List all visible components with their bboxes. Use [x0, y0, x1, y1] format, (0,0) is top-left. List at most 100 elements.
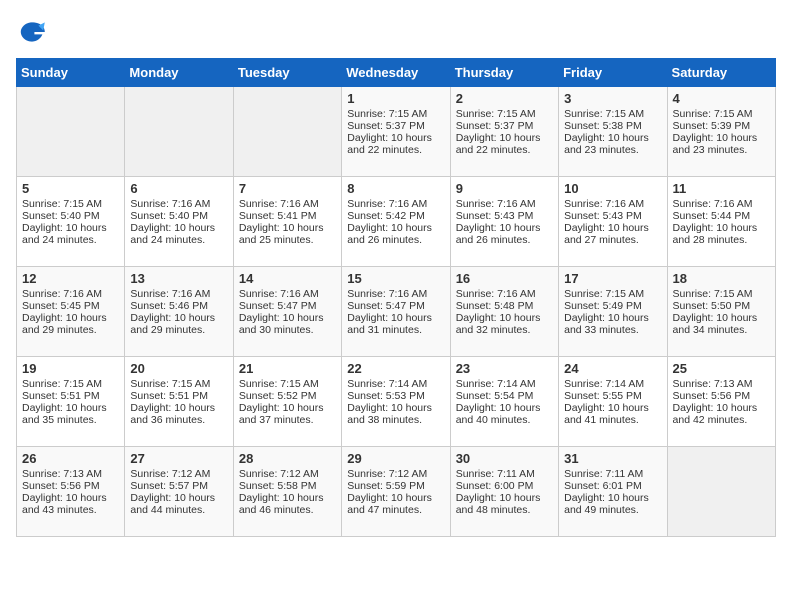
calendar-cell [17, 87, 125, 177]
day-info: Daylight: 10 hours [564, 132, 661, 144]
day-info: Sunset: 6:00 PM [456, 480, 553, 492]
logo [16, 16, 52, 48]
day-info: and 23 minutes. [673, 144, 770, 156]
weekday-header-row: SundayMondayTuesdayWednesdayThursdayFrid… [17, 59, 776, 87]
day-info: Sunrise: 7:15 AM [673, 108, 770, 120]
day-info: and 28 minutes. [673, 234, 770, 246]
day-info: Sunrise: 7:15 AM [239, 378, 336, 390]
day-info: and 26 minutes. [347, 234, 444, 246]
day-info: and 41 minutes. [564, 414, 661, 426]
day-number: 23 [456, 361, 553, 376]
day-info: and 29 minutes. [22, 324, 119, 336]
calendar-cell: 8Sunrise: 7:16 AMSunset: 5:42 PMDaylight… [342, 177, 450, 267]
day-info: Daylight: 10 hours [239, 222, 336, 234]
day-info: Daylight: 10 hours [347, 492, 444, 504]
day-info: Sunset: 5:55 PM [564, 390, 661, 402]
day-info: Sunrise: 7:16 AM [347, 288, 444, 300]
day-info: Sunset: 5:40 PM [22, 210, 119, 222]
day-info: and 29 minutes. [130, 324, 227, 336]
day-info: Sunrise: 7:13 AM [22, 468, 119, 480]
calendar-cell: 30Sunrise: 7:11 AMSunset: 6:00 PMDayligh… [450, 447, 558, 537]
day-info: and 35 minutes. [22, 414, 119, 426]
day-number: 14 [239, 271, 336, 286]
day-info: Daylight: 10 hours [564, 402, 661, 414]
calendar-cell: 20Sunrise: 7:15 AMSunset: 5:51 PMDayligh… [125, 357, 233, 447]
day-info: and 38 minutes. [347, 414, 444, 426]
weekday-header: Wednesday [342, 59, 450, 87]
weekday-header: Thursday [450, 59, 558, 87]
calendar-cell: 18Sunrise: 7:15 AMSunset: 5:50 PMDayligh… [667, 267, 775, 357]
day-info: Daylight: 10 hours [130, 402, 227, 414]
day-number: 4 [673, 91, 770, 106]
day-number: 12 [22, 271, 119, 286]
day-info: and 44 minutes. [130, 504, 227, 516]
day-info: Sunset: 5:51 PM [22, 390, 119, 402]
day-info: Sunrise: 7:16 AM [239, 198, 336, 210]
calendar-cell: 5Sunrise: 7:15 AMSunset: 5:40 PMDaylight… [17, 177, 125, 267]
day-info: Sunset: 5:57 PM [130, 480, 227, 492]
logo-icon [16, 16, 48, 48]
calendar-week-row: 26Sunrise: 7:13 AMSunset: 5:56 PMDayligh… [17, 447, 776, 537]
day-info: and 30 minutes. [239, 324, 336, 336]
calendar-cell [125, 87, 233, 177]
day-number: 9 [456, 181, 553, 196]
day-info: and 43 minutes. [22, 504, 119, 516]
weekday-header: Saturday [667, 59, 775, 87]
day-number: 1 [347, 91, 444, 106]
day-info: Daylight: 10 hours [130, 222, 227, 234]
day-info: Sunrise: 7:15 AM [564, 288, 661, 300]
day-info: Sunset: 5:47 PM [239, 300, 336, 312]
calendar-cell: 19Sunrise: 7:15 AMSunset: 5:51 PMDayligh… [17, 357, 125, 447]
day-info: and 22 minutes. [456, 144, 553, 156]
day-number: 22 [347, 361, 444, 376]
day-info: Daylight: 10 hours [130, 492, 227, 504]
calendar-cell: 13Sunrise: 7:16 AMSunset: 5:46 PMDayligh… [125, 267, 233, 357]
day-info: and 36 minutes. [130, 414, 227, 426]
day-info: Sunset: 5:56 PM [673, 390, 770, 402]
calendar-cell: 10Sunrise: 7:16 AMSunset: 5:43 PMDayligh… [559, 177, 667, 267]
day-info: Daylight: 10 hours [347, 402, 444, 414]
day-info: Sunset: 5:37 PM [347, 120, 444, 132]
day-info: and 24 minutes. [130, 234, 227, 246]
day-info: Sunset: 5:53 PM [347, 390, 444, 402]
day-number: 30 [456, 451, 553, 466]
day-info: Daylight: 10 hours [22, 312, 119, 324]
day-info: Sunrise: 7:16 AM [456, 198, 553, 210]
calendar-cell: 26Sunrise: 7:13 AMSunset: 5:56 PMDayligh… [17, 447, 125, 537]
day-info: and 47 minutes. [347, 504, 444, 516]
day-info: and 34 minutes. [673, 324, 770, 336]
calendar-week-row: 12Sunrise: 7:16 AMSunset: 5:45 PMDayligh… [17, 267, 776, 357]
day-info: Daylight: 10 hours [130, 312, 227, 324]
day-number: 2 [456, 91, 553, 106]
calendar-cell [233, 87, 341, 177]
day-info: Sunset: 5:58 PM [239, 480, 336, 492]
day-info: Sunset: 5:44 PM [673, 210, 770, 222]
day-info: Sunrise: 7:16 AM [347, 198, 444, 210]
day-info: Sunrise: 7:16 AM [456, 288, 553, 300]
day-number: 31 [564, 451, 661, 466]
day-number: 7 [239, 181, 336, 196]
calendar-cell: 29Sunrise: 7:12 AMSunset: 5:59 PMDayligh… [342, 447, 450, 537]
day-info: Daylight: 10 hours [673, 132, 770, 144]
page-header [16, 16, 776, 48]
calendar-cell: 15Sunrise: 7:16 AMSunset: 5:47 PMDayligh… [342, 267, 450, 357]
day-info: Sunset: 5:37 PM [456, 120, 553, 132]
day-info: Daylight: 10 hours [22, 492, 119, 504]
day-info: Sunrise: 7:12 AM [130, 468, 227, 480]
day-number: 10 [564, 181, 661, 196]
day-info: Sunrise: 7:14 AM [456, 378, 553, 390]
calendar-cell: 27Sunrise: 7:12 AMSunset: 5:57 PMDayligh… [125, 447, 233, 537]
calendar-cell: 17Sunrise: 7:15 AMSunset: 5:49 PMDayligh… [559, 267, 667, 357]
day-info: Sunset: 5:43 PM [456, 210, 553, 222]
calendar-cell: 7Sunrise: 7:16 AMSunset: 5:41 PMDaylight… [233, 177, 341, 267]
day-info: Sunset: 5:49 PM [564, 300, 661, 312]
weekday-header: Friday [559, 59, 667, 87]
day-info: Sunrise: 7:16 AM [673, 198, 770, 210]
day-info: Sunrise: 7:12 AM [239, 468, 336, 480]
calendar-cell: 3Sunrise: 7:15 AMSunset: 5:38 PMDaylight… [559, 87, 667, 177]
day-info: Daylight: 10 hours [456, 132, 553, 144]
day-info: and 25 minutes. [239, 234, 336, 246]
day-info: and 48 minutes. [456, 504, 553, 516]
calendar-week-row: 19Sunrise: 7:15 AMSunset: 5:51 PMDayligh… [17, 357, 776, 447]
day-info: Sunrise: 7:11 AM [456, 468, 553, 480]
